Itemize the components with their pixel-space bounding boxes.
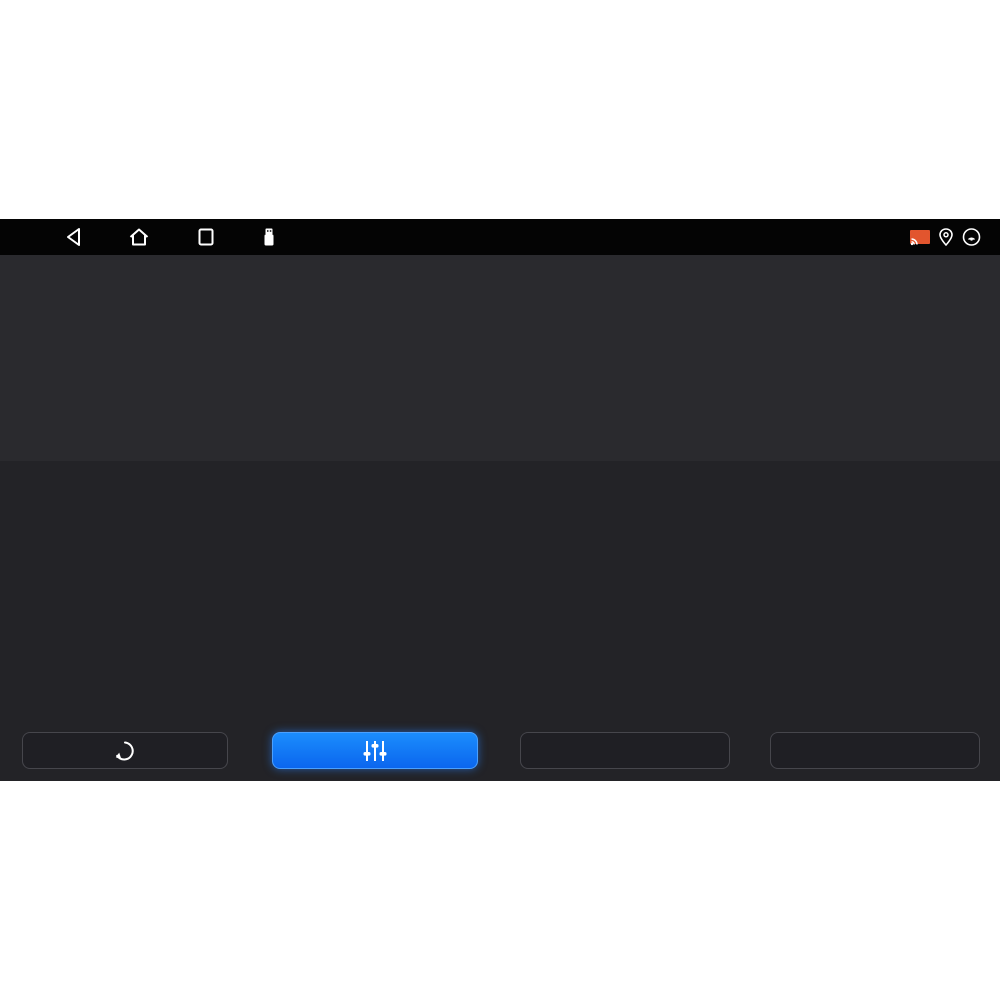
eq-response-chart [0, 255, 1000, 461]
eq-band-columns [19, 487, 989, 722]
status-bar [0, 219, 1000, 255]
location-icon [937, 227, 955, 247]
hotspot-icon [961, 227, 982, 247]
back-icon[interactable] [63, 227, 85, 247]
eq-sliders-icon [360, 738, 390, 764]
status-indicators [909, 219, 988, 255]
reset-icon [111, 738, 139, 764]
reset-button[interactable] [22, 732, 228, 769]
sound-field-button[interactable] [770, 732, 980, 769]
equalizer-screen [0, 219, 1000, 781]
home-icon[interactable] [128, 227, 150, 247]
scene-button[interactable] [520, 732, 730, 769]
equalizer-button[interactable] [272, 732, 478, 769]
recents-icon[interactable] [195, 227, 217, 247]
usb-device-icon [258, 227, 280, 247]
cast-screen-active-icon [909, 227, 931, 247]
band-group-row [19, 465, 989, 486]
